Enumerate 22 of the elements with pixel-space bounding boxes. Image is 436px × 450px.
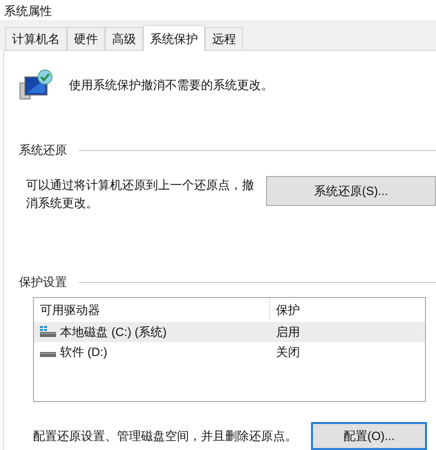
column-header[interactable]: 保护 [270, 301, 300, 319]
group-title: 系统还原 [19, 142, 67, 159]
drive-icon [40, 326, 56, 338]
window-title: 系统属性 [4, 3, 52, 20]
system-restore-button[interactable]: 系统还原(S)... [266, 176, 436, 206]
tab[interactable]: 系统保护 [143, 25, 205, 51]
configure-description: 配置还原设置、管理磁盘空间，并且删除还原点。 [33, 428, 298, 445]
protection-status: 关闭 [275, 344, 300, 361]
configure-button[interactable]: 配置(O)... [311, 422, 427, 450]
drive-name: 本地磁盘 (C:) (系统) [60, 324, 167, 341]
intro-text: 使用系统保护撤消不需要的系统更改。 [69, 77, 273, 94]
restore-description: 可以通过将计算机还原到上一个还原点，撤消系统更改。 [26, 177, 255, 212]
tab[interactable]: 硬件 [67, 27, 105, 50]
protection-status: 启用 [275, 324, 300, 341]
drive-name: 软件 (D:) [60, 344, 108, 361]
group-title: 保护设置 [19, 274, 67, 291]
tab[interactable]: 高级 [105, 27, 143, 50]
tab[interactable]: 计算机名 [5, 27, 67, 50]
drive-row[interactable]: 本地磁盘 (C:) (系统) 启用 [34, 322, 425, 342]
computer-shield-icon [19, 69, 53, 101]
drive-row[interactable]: 软件 (D:) 关闭 [34, 342, 425, 362]
tab[interactable]: 远程 [205, 27, 243, 50]
